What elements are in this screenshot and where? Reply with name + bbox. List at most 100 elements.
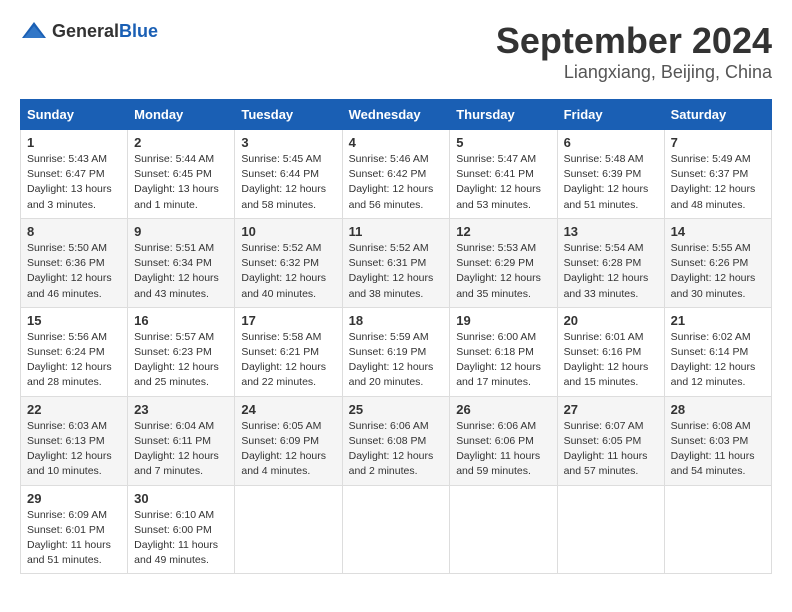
calendar-cell: 29 Sunrise: 6:09 AM Sunset: 6:01 PM Dayli…: [21, 485, 128, 574]
day-content: Sunrise: 5:52 AM Sunset: 6:31 PM Dayligh…: [349, 241, 444, 302]
day-content: Sunrise: 5:56 AM Sunset: 6:24 PM Dayligh…: [27, 330, 121, 391]
day-content: Sunrise: 6:06 AM Sunset: 6:06 PM Dayligh…: [456, 419, 550, 480]
calendar-cell: 11Sunrise: 5:52 AM Sunset: 6:31 PM Dayli…: [342, 218, 450, 307]
day-number: 14: [671, 224, 765, 239]
day-content: Sunrise: 5:58 AM Sunset: 6:21 PM Dayligh…: [241, 330, 335, 391]
calendar-cell: 5 Sunrise: 5:47 AM Sunset: 6:41 PM Daylig…: [450, 130, 557, 219]
calendar-cell: 30 Sunrise: 6:10 AM Sunset: 6:00 PM Dayli…: [128, 485, 235, 574]
calendar-cell: 15 Sunrise: 5:56 AM Sunset: 6:24 PM Dayli…: [21, 307, 128, 396]
day-number: 18: [349, 313, 444, 328]
day-content: Sunrise: 5:49 AM Sunset: 6:37 PM Dayligh…: [671, 152, 765, 213]
title-block: September 2024 Liangxiang, Beijing, Chin…: [496, 20, 772, 83]
day-number: 29: [27, 491, 121, 506]
calendar-cell: 27Sunrise: 6:07 AM Sunset: 6:05 PM Dayli…: [557, 396, 664, 485]
calendar-cell: 4Sunrise: 5:46 AM Sunset: 6:42 PM Daylig…: [342, 130, 450, 219]
day-content: Sunrise: 5:55 AM Sunset: 6:26 PM Dayligh…: [671, 241, 765, 302]
day-number: 20: [564, 313, 658, 328]
day-number: 2: [134, 135, 228, 150]
calendar-cell: 22 Sunrise: 6:03 AM Sunset: 6:13 PM Dayli…: [21, 396, 128, 485]
calendar-cell: 9Sunrise: 5:51 AM Sunset: 6:34 PM Daylig…: [128, 218, 235, 307]
column-header-saturday: Saturday: [664, 100, 771, 130]
day-content: Sunrise: 5:44 AM Sunset: 6:45 PM Dayligh…: [134, 152, 228, 213]
day-number: 7: [671, 135, 765, 150]
day-content: Sunrise: 6:02 AM Sunset: 6:14 PM Dayligh…: [671, 330, 765, 391]
day-content: Sunrise: 5:45 AM Sunset: 6:44 PM Dayligh…: [241, 152, 335, 213]
calendar-cell: 14 Sunrise: 5:55 AM Sunset: 6:26 PM Dayli…: [664, 218, 771, 307]
calendar-table: SundayMondayTuesdayWednesdayThursdayFrid…: [20, 99, 772, 574]
logo: GeneralBlue: [20, 20, 158, 42]
day-content: Sunrise: 6:07 AM Sunset: 6:05 PM Dayligh…: [564, 419, 658, 480]
day-number: 24: [241, 402, 335, 417]
day-content: Sunrise: 5:52 AM Sunset: 6:32 PM Dayligh…: [241, 241, 335, 302]
calendar-week-row: 8 Sunrise: 5:50 AM Sunset: 6:36 PM Daylig…: [21, 218, 772, 307]
day-content: Sunrise: 6:03 AM Sunset: 6:13 PM Dayligh…: [27, 419, 121, 480]
calendar-cell: [450, 485, 557, 574]
day-content: Sunrise: 6:09 AM Sunset: 6:01 PM Dayligh…: [27, 508, 121, 569]
day-content: Sunrise: 5:43 AM Sunset: 6:47 PM Dayligh…: [27, 152, 121, 213]
day-number: 8: [27, 224, 121, 239]
day-content: Sunrise: 6:08 AM Sunset: 6:03 PM Dayligh…: [671, 419, 765, 480]
day-number: 5: [456, 135, 550, 150]
calendar-week-row: 22 Sunrise: 6:03 AM Sunset: 6:13 PM Dayli…: [21, 396, 772, 485]
day-number: 23: [134, 402, 228, 417]
column-header-tuesday: Tuesday: [235, 100, 342, 130]
logo-text-blue: Blue: [119, 21, 158, 41]
calendar-cell: 19 Sunrise: 6:00 AM Sunset: 6:18 PM Dayli…: [450, 307, 557, 396]
column-header-sunday: Sunday: [21, 100, 128, 130]
day-content: Sunrise: 5:59 AM Sunset: 6:19 PM Dayligh…: [349, 330, 444, 391]
calendar-cell: [342, 485, 450, 574]
calendar-cell: 28 Sunrise: 6:08 AM Sunset: 6:03 PM Dayli…: [664, 396, 771, 485]
logo-text-general: General: [52, 21, 119, 41]
day-content: Sunrise: 6:00 AM Sunset: 6:18 PM Dayligh…: [456, 330, 550, 391]
day-number: 1: [27, 135, 121, 150]
day-content: Sunrise: 5:54 AM Sunset: 6:28 PM Dayligh…: [564, 241, 658, 302]
day-number: 25: [349, 402, 444, 417]
day-content: Sunrise: 6:10 AM Sunset: 6:00 PM Dayligh…: [134, 508, 228, 569]
column-header-wednesday: Wednesday: [342, 100, 450, 130]
column-header-thursday: Thursday: [450, 100, 557, 130]
calendar-cell: 3 Sunrise: 5:45 AM Sunset: 6:44 PM Daylig…: [235, 130, 342, 219]
day-content: Sunrise: 5:53 AM Sunset: 6:29 PM Dayligh…: [456, 241, 550, 302]
calendar-cell: 17 Sunrise: 5:58 AM Sunset: 6:21 PM Dayli…: [235, 307, 342, 396]
day-number: 19: [456, 313, 550, 328]
day-content: Sunrise: 5:47 AM Sunset: 6:41 PM Dayligh…: [456, 152, 550, 213]
column-header-monday: Monday: [128, 100, 235, 130]
location-subtitle: Liangxiang, Beijing, China: [496, 62, 772, 83]
day-number: 3: [241, 135, 335, 150]
day-number: 26: [456, 402, 550, 417]
day-number: 15: [27, 313, 121, 328]
day-number: 9: [134, 224, 228, 239]
day-number: 13: [564, 224, 658, 239]
calendar-cell: 13 Sunrise: 5:54 AM Sunset: 6:28 PM Dayli…: [557, 218, 664, 307]
calendar-cell: 10Sunrise: 5:52 AM Sunset: 6:32 PM Dayli…: [235, 218, 342, 307]
calendar-cell: 6Sunrise: 5:48 AM Sunset: 6:39 PM Daylig…: [557, 130, 664, 219]
day-content: Sunrise: 5:57 AM Sunset: 6:23 PM Dayligh…: [134, 330, 228, 391]
calendar-cell: [235, 485, 342, 574]
page-header: GeneralBlue September 2024 Liangxiang, B…: [20, 20, 772, 83]
calendar-cell: 25 Sunrise: 6:06 AM Sunset: 6:08 PM Dayli…: [342, 396, 450, 485]
day-content: Sunrise: 5:46 AM Sunset: 6:42 PM Dayligh…: [349, 152, 444, 213]
day-content: Sunrise: 6:06 AM Sunset: 6:08 PM Dayligh…: [349, 419, 444, 480]
day-number: 16: [134, 313, 228, 328]
day-number: 17: [241, 313, 335, 328]
calendar-week-row: 15 Sunrise: 5:56 AM Sunset: 6:24 PM Dayli…: [21, 307, 772, 396]
calendar-cell: [664, 485, 771, 574]
day-number: 28: [671, 402, 765, 417]
calendar-week-row: 29 Sunrise: 6:09 AM Sunset: 6:01 PM Dayli…: [21, 485, 772, 574]
calendar-cell: 7 Sunrise: 5:49 AM Sunset: 6:37 PM Daylig…: [664, 130, 771, 219]
calendar-cell: 12Sunrise: 5:53 AM Sunset: 6:29 PM Dayli…: [450, 218, 557, 307]
calendar-cell: 2 Sunrise: 5:44 AM Sunset: 6:45 PM Daylig…: [128, 130, 235, 219]
day-number: 6: [564, 135, 658, 150]
month-year-title: September 2024: [496, 20, 772, 62]
calendar-cell: [557, 485, 664, 574]
calendar-week-row: 1 Sunrise: 5:43 AM Sunset: 6:47 PM Daylig…: [21, 130, 772, 219]
day-content: Sunrise: 6:01 AM Sunset: 6:16 PM Dayligh…: [564, 330, 658, 391]
calendar-cell: 16 Sunrise: 5:57 AM Sunset: 6:23 PM Dayli…: [128, 307, 235, 396]
day-content: Sunrise: 6:05 AM Sunset: 6:09 PM Dayligh…: [241, 419, 335, 480]
calendar-cell: 21 Sunrise: 6:02 AM Sunset: 6:14 PM Dayli…: [664, 307, 771, 396]
day-number: 22: [27, 402, 121, 417]
day-number: 21: [671, 313, 765, 328]
day-number: 30: [134, 491, 228, 506]
day-content: Sunrise: 5:50 AM Sunset: 6:36 PM Dayligh…: [27, 241, 121, 302]
calendar-cell: 20 Sunrise: 6:01 AM Sunset: 6:16 PM Dayli…: [557, 307, 664, 396]
